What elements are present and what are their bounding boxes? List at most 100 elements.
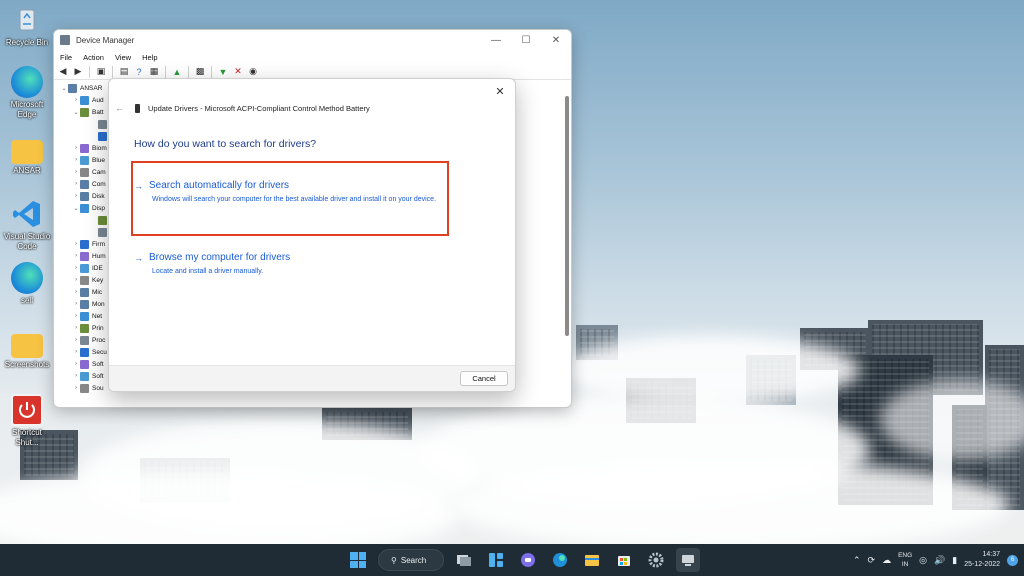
tree-item[interactable]: › Aud [54, 94, 110, 106]
tree-item[interactable]: › Firm [54, 238, 110, 250]
edge-taskbar-button[interactable] [548, 548, 572, 572]
microsoft-store-button[interactable] [612, 548, 636, 572]
tree-item[interactable]: › Hum [54, 250, 110, 262]
tree-item[interactable]: ⌄ ANSAR [54, 82, 110, 94]
tree-item[interactable]: › Net [54, 310, 110, 322]
chevron-right-icon[interactable]: › [72, 157, 80, 163]
properties-icon[interactable]: ▣ [95, 66, 107, 78]
chevron-right-icon[interactable]: › [72, 145, 80, 151]
chevron-right-icon[interactable]: › [72, 385, 80, 391]
chevron-right-icon[interactable]: › [72, 301, 80, 307]
help-icon[interactable]: ? [133, 66, 145, 78]
scrollbar[interactable] [565, 96, 569, 336]
option-browse-computer[interactable]: → Browse my computer for drivers Locate … [134, 252, 452, 277]
chevron-right-icon[interactable]: › [72, 325, 80, 331]
file-explorer-button[interactable] [580, 548, 604, 572]
teams-chat-button[interactable] [516, 548, 540, 572]
maximize-button[interactable]: ☐ [511, 30, 541, 50]
tree-item[interactable]: › Disk [54, 190, 110, 202]
tree-item[interactable] [54, 130, 110, 142]
tree-item[interactable]: › Biom [54, 142, 110, 154]
chevron-right-icon[interactable]: › [72, 193, 80, 199]
cancel-button[interactable]: Cancel [460, 371, 508, 386]
chevron-down-icon[interactable]: ⌄ [72, 205, 80, 212]
chevron-right-icon[interactable]: › [72, 361, 80, 367]
settings-button[interactable] [644, 548, 668, 572]
tree-item-label: Net [92, 312, 103, 320]
power-shortcut-icon [11, 394, 43, 426]
tree-item[interactable]: › Secu [54, 346, 110, 358]
sync-icon[interactable]: ⟳ [868, 555, 876, 566]
chevron-right-icon[interactable]: › [72, 181, 80, 187]
chevron-right-icon[interactable]: › [72, 253, 80, 259]
menu-action[interactable]: Action [83, 53, 104, 62]
back-arrow-icon[interactable]: ◀ [57, 66, 69, 78]
minimize-button[interactable]: — [481, 30, 511, 50]
chevron-right-icon[interactable]: › [72, 169, 80, 175]
tree-item[interactable]: › Mic [54, 286, 110, 298]
chevron-right-icon[interactable]: › [72, 265, 80, 271]
download-icon[interactable]: ◉ [247, 66, 259, 78]
notification-badge[interactable]: 6 [1007, 554, 1018, 566]
tree-item[interactable]: ⌄ Batt [54, 106, 110, 118]
chevron-right-icon[interactable]: › [72, 97, 80, 103]
tree-item[interactable]: › Blue [54, 154, 110, 166]
tree-item[interactable]: › Cam [54, 166, 110, 178]
tree-item[interactable]: › IDE [54, 262, 110, 274]
option-search-automatically[interactable]: → Search automatically for drivers Windo… [134, 180, 452, 205]
tree-item[interactable]: › Mon [54, 298, 110, 310]
network-globe-icon[interactable]: ◎ [919, 555, 927, 566]
tree-item[interactable] [54, 214, 110, 226]
desktop-icon-vscode[interactable]: Visual Studio Code [2, 198, 52, 252]
widgets-button[interactable] [484, 548, 508, 572]
tree-item[interactable]: › Prin [54, 322, 110, 334]
language-indicator[interactable]: ENG IN [898, 551, 912, 569]
chevron-down-icon[interactable]: ⌄ [60, 85, 68, 92]
tree-item[interactable]: › Sou [54, 382, 110, 394]
chevron-right-icon[interactable]: › [72, 313, 80, 319]
disable-device-icon[interactable]: ▼ [217, 66, 229, 78]
tree-item[interactable]: › Proc [54, 334, 110, 346]
chevron-up-icon[interactable]: ⌃ [853, 555, 861, 566]
clock[interactable]: 14:37 25-12-2022 [964, 550, 1000, 570]
chevron-right-icon[interactable]: › [72, 289, 80, 295]
back-arrow-icon[interactable]: ← [115, 103, 129, 113]
desktop-icon-sell[interactable]: sell [2, 262, 52, 306]
taskbar-search[interactable]: ⚲ Search [378, 549, 444, 571]
onedrive-icon[interactable]: ☁ [882, 555, 891, 566]
desktop-icon-edge[interactable]: Microsoft Edge [2, 66, 52, 120]
tree-item[interactable]: ⌄ Disp [54, 202, 110, 214]
chevron-right-icon[interactable]: › [72, 349, 80, 355]
dialog-close-button[interactable]: ✕ [491, 82, 509, 100]
list-view-icon[interactable]: ▤ [118, 66, 130, 78]
start-button[interactable] [346, 548, 370, 572]
forward-arrow-icon[interactable]: ▶ [72, 66, 84, 78]
tree-item[interactable]: › Com [54, 178, 110, 190]
chevron-right-icon[interactable]: › [72, 337, 80, 343]
update-driver-icon[interactable]: ▲ [171, 66, 183, 78]
chevron-right-icon[interactable]: › [72, 241, 80, 247]
tree-item[interactable]: › Soft [54, 358, 110, 370]
tree-item[interactable] [54, 118, 110, 130]
menu-view[interactable]: View [115, 53, 131, 62]
details-icon[interactable]: ▦ [148, 66, 160, 78]
chevron-right-icon[interactable]: › [72, 277, 80, 283]
task-view-button[interactable] [452, 548, 476, 572]
scan-hardware-icon[interactable]: ▩ [194, 66, 206, 78]
volume-icon[interactable]: 🔊 [934, 555, 945, 566]
menu-help[interactable]: Help [142, 53, 157, 62]
chevron-right-icon[interactable]: › [72, 373, 80, 379]
battery-icon[interactable]: ▮ [952, 555, 957, 566]
desktop-icon-ansar-folder[interactable]: ANSAR [2, 136, 52, 176]
desktop-icon-recycle-bin[interactable]: Recycle Bin [2, 4, 52, 48]
close-button[interactable]: ✕ [541, 30, 571, 50]
tree-item[interactable]: › Soft [54, 370, 110, 382]
desktop-icon-screenshots-folder[interactable]: Screenshots [2, 330, 52, 370]
menu-file[interactable]: File [60, 53, 72, 62]
device-manager-taskbar-button[interactable] [676, 548, 700, 572]
chevron-down-icon[interactable]: ⌄ [72, 109, 80, 116]
tree-item[interactable]: › Key [54, 274, 110, 286]
tree-item[interactable] [54, 226, 110, 238]
desktop-icon-shutdown-shortcut[interactable]: Shortcut Shut... [2, 394, 52, 448]
uninstall-device-icon[interactable]: ✕ [232, 66, 244, 78]
